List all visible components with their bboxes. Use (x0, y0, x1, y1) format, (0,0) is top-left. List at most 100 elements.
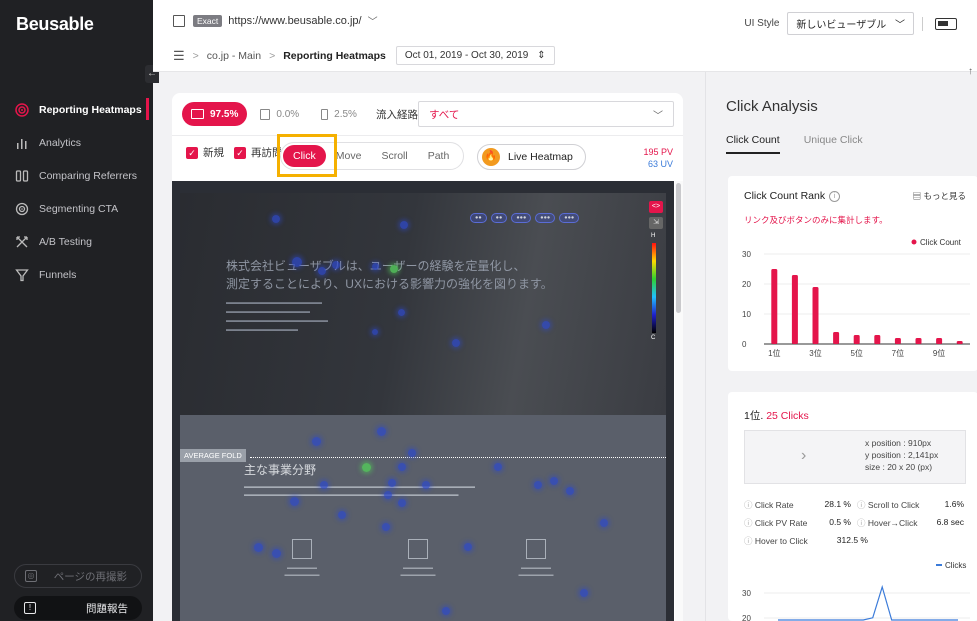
site-nav-item: ●●● (511, 213, 532, 223)
see-more-link[interactable]: ▤ もっと見る (913, 190, 966, 202)
card-title: Click Count Rank i (744, 190, 841, 202)
heat-dot (254, 543, 263, 552)
click-count-rank-chart: 0 10 20 30 1位 3位 5位 7位 9位 Click Count (742, 238, 970, 358)
chevron-down-icon: ﹀ (895, 20, 905, 31)
monitor-icon (292, 539, 312, 559)
sidebar-item-label: A/B Testing (39, 235, 92, 248)
phone-icon (408, 539, 428, 559)
url-selector[interactable]: Exact https://www.beusable.co.jp/ ﹀ (173, 13, 378, 28)
new-visitor-checkbox[interactable]: ✓ 新規 (186, 145, 224, 160)
page-url[interactable]: https://www.beusable.co.jp/ (228, 15, 361, 27)
sidebar-item-reporting-heatmaps[interactable]: Reporting Heatmaps (0, 93, 153, 126)
sidebar-item-funnels[interactable]: Funnels (0, 258, 153, 291)
date-range-picker[interactable]: Oct 01, 2019 - Oct 30, 2019 ⇕ (395, 46, 555, 65)
app-logo[interactable]: Beusable (16, 14, 94, 35)
site-hero-body: ▬▬▬▬▬▬▬▬▬▬▬▬▬▬▬▬ ▬▬▬▬▬▬▬▬▬▬▬▬▬▬ ▬▬▬▬▬▬▬▬▬▬… (226, 300, 328, 333)
legend-toggle-button[interactable]: <> (649, 201, 663, 213)
stat-value: 1.6% (944, 499, 964, 509)
tab-click-count[interactable]: Click Count (726, 134, 780, 154)
site-nav-item: ●● (470, 213, 487, 223)
tab-unique-click[interactable]: Unique Click (804, 134, 863, 154)
scrollbar-thumb[interactable] (676, 183, 681, 313)
breadcrumb-site[interactable]: co.jp - Main (207, 50, 261, 62)
visitor-filter: ✓ 新規 ✓ 再訪問 (186, 145, 291, 160)
y-position: y position : 2,141px (865, 450, 939, 460)
report-issue-button[interactable]: ! 問題報告 (14, 596, 142, 620)
monitor-icon (191, 109, 204, 119)
site-section-body: ▬▬▬▬▬▬▬▬▬▬▬▬▬▬▬▬▬▬▬▬▬▬▬▬▬▬▬▬▬▬▬▬▬▬▬▬▬▬▬▬… (244, 484, 475, 498)
flow-value: すべて (429, 108, 460, 121)
heat-dot (372, 263, 379, 270)
heat-dot (422, 481, 430, 489)
split-arrows-icon (14, 234, 30, 250)
sidebar-item-label: Comparing Referrers (39, 169, 138, 182)
bar-chart-icon (14, 135, 30, 151)
menu-list-icon[interactable]: ☰ (173, 48, 185, 64)
bar (833, 332, 840, 344)
legend-high-label: H (651, 233, 656, 239)
site-service-text: ▬▬▬▬▬▬ ▬▬▬▬▬▬▬ (400, 565, 436, 578)
live-heatmap-button[interactable]: 🔥 Live Heatmap (477, 144, 586, 170)
device-phone-button[interactable]: 2.5% (312, 102, 366, 126)
camera-icon: ◎ (25, 570, 37, 582)
chart-icon (526, 539, 546, 559)
site-nav-item: ●●● (559, 213, 580, 223)
device-desktop-button[interactable]: 97.5% (182, 102, 248, 126)
chevron-down-icon[interactable]: ﹀ (368, 13, 378, 28)
device-tablet-button[interactable]: 0.0% (251, 102, 308, 126)
mode-scroll[interactable]: Scroll (371, 145, 417, 167)
heat-dot (292, 257, 302, 267)
bar (915, 338, 922, 344)
y-tick-label: 30 (742, 589, 751, 598)
mode-path[interactable]: Path (418, 145, 460, 167)
sidebar-item-comparing-referrers[interactable]: Comparing Referrers (0, 159, 153, 192)
stat-row: Click Rate28.1 % Scroll to Click1.6% (744, 496, 970, 514)
site-service-item: ▬▬▬▬▬▬ ▬▬▬▬▬▬▬ (272, 539, 332, 579)
x-position: x position : 910px (865, 438, 932, 448)
sidebar-item-ab-testing[interactable]: A/B Testing (0, 225, 153, 258)
sidebar-item-segmenting-cta[interactable]: Segmenting CTA (0, 192, 153, 225)
info-icon[interactable]: i (829, 190, 841, 202)
detail-title: 1位. 25 Clicks (744, 408, 809, 423)
average-fold-line (250, 457, 666, 458)
bar (956, 341, 963, 344)
external-link-icon[interactable] (173, 14, 185, 27)
x-tick-label: 7位 (892, 348, 904, 358)
ui-style-select[interactable]: 新しいビューザブル ﹀ (787, 12, 914, 35)
sidebar: Beusable ← Reporting Heatmaps Analytics … (0, 0, 159, 621)
heat-dot (534, 481, 542, 489)
heat-dot (372, 329, 378, 335)
heatmap-canvas[interactable]: ●●●●●●●●●●●●● 株式会社ビューザブルは、ユーザーの経験を定量化し、 … (172, 181, 683, 621)
scroll-top-icon[interactable]: ↑ (968, 66, 973, 77)
sidebar-item-label: Funnels (39, 268, 77, 281)
wifi-icon (14, 201, 30, 217)
returning-visitor-checkbox[interactable]: ✓ 再訪問 (234, 145, 281, 160)
element-preview[interactable]: › x position : 910px y position : 2,141p… (744, 430, 966, 484)
heat-dot (382, 523, 390, 531)
heat-dot (272, 215, 280, 223)
sidebar-item-analytics[interactable]: Analytics (0, 126, 153, 159)
heat-dot (388, 479, 396, 487)
heat-dot (338, 511, 346, 519)
sidebar-nav: Reporting Heatmaps Analytics Comparing R… (0, 93, 153, 291)
heat-dot (398, 463, 406, 471)
heat-dot (398, 499, 406, 507)
legend-collapse-button[interactable]: ⇲ (649, 217, 663, 229)
heat-dot (318, 267, 326, 275)
battery-icon[interactable] (935, 17, 957, 30)
divider (172, 135, 683, 136)
heat-dot (580, 589, 588, 597)
y-tick-label: 20 (742, 614, 751, 621)
bar (874, 335, 881, 344)
focus-highlight (277, 134, 337, 177)
stat-label: Click Rate (744, 499, 825, 511)
stat-hover-click: Hover→Click6.8 sec (857, 517, 970, 529)
site-service-item: ▬▬▬▬▬▬ ▬▬▬▬▬▬▬ (388, 539, 448, 579)
heat-dot (464, 543, 472, 551)
bar (936, 338, 943, 344)
flow-select[interactable]: すべて ﹀ (418, 101, 674, 127)
heat-dot (566, 487, 574, 495)
check-icon: ✓ (234, 146, 246, 159)
pv-count: 195 PV (643, 147, 673, 157)
reshoot-page-button[interactable]: ◎ ページの再撮影 (14, 564, 142, 588)
